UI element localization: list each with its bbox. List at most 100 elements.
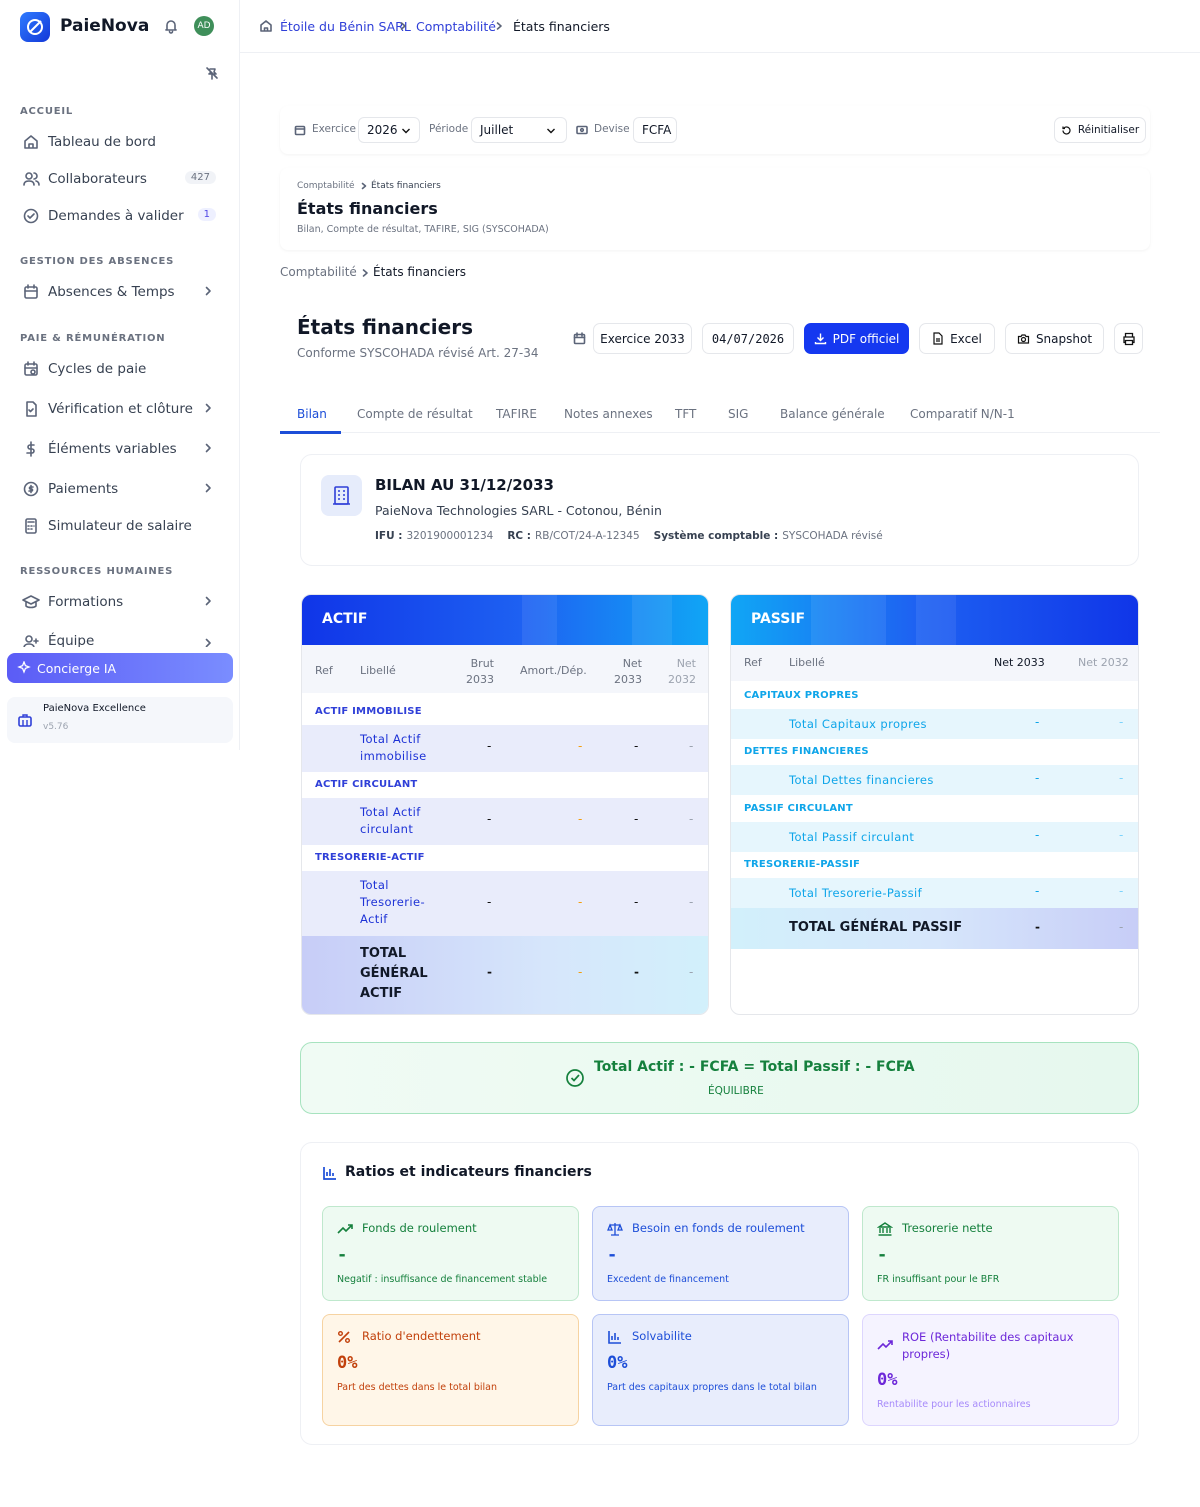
cell-net: - [634,739,639,753]
coin-icon [23,481,39,497]
ratio-value: - [877,1245,888,1265]
total-amort: - [578,965,583,979]
calendar-icon [24,284,38,299]
col-amort: Amort./Dép. [520,664,587,677]
ratio-title: Ratio d'endettement [362,1329,481,1343]
cell-net: - [1035,715,1040,729]
version-card: PaieNova Excellence v5.76 [7,697,233,743]
tab-tft[interactable]: TFT [675,407,696,421]
ratios-title: Ratios et indicateurs financiers [345,1164,592,1180]
page-title: États financiers [297,315,473,339]
snapshot-button[interactable]: Snapshot [1005,323,1104,354]
ratio-title: Tresorerie nette [902,1221,993,1235]
total-row: TOTAL GÉNÉRAL ACTIF - - - - [302,936,708,1014]
breadcrumb-section[interactable]: Comptabilité [416,19,496,34]
row-label: Total Passif circulant [789,830,915,844]
section-paie: PAIE & RÉMUNÉRATION [20,333,166,344]
reset-button[interactable]: Réinitialiser [1054,117,1146,143]
trending-up-icon [877,1340,893,1350]
sidebar-item-paiements[interactable]: Paiements [22,476,218,502]
breadcrumb-company[interactable]: Étoile du Bénin SARL [280,19,411,34]
ratio-subtitle: Rentabilite pour les actionnaires [877,1399,1031,1410]
sidebar-item-verification[interactable]: Vérification et clôture [22,396,218,422]
sidebar-item-demandes[interactable]: Demandes à valider 1 [22,203,218,229]
period-value: Juillet [480,123,514,137]
sidebar-item-simulateur[interactable]: Simulateur de salaire [22,513,218,539]
spreadsheet-icon [933,332,943,345]
date-input[interactable]: 04/07/2026 [702,323,794,354]
tab-bilan[interactable]: Bilan [297,407,327,421]
sidebar-item-collaborateurs[interactable]: Collaborateurs 427 [22,166,218,192]
page-subtitle: Conforme SYSCOHADA révisé Art. 27-34 [297,346,539,360]
excel-button[interactable]: Excel [919,323,995,354]
print-button[interactable] [1114,323,1143,354]
tab-comparatif[interactable]: Comparatif N/N-1 [910,407,1015,421]
period-label: Période [429,123,469,135]
sidebar-item-absences[interactable]: Absences & Temps [22,279,218,305]
table-row: Total Tresorerie-Passif - - [731,878,1138,908]
table-row: Total Actif immobilise - - - - [302,725,708,772]
tab-tafire[interactable]: TAFIRE [496,407,537,421]
ratio-title: Besoin en fonds de roulement [632,1221,805,1235]
period-select[interactable]: Juillet [471,117,567,143]
currency-select[interactable]: FCFA [633,117,677,143]
col-ref: Ref [315,664,333,677]
col-net: Net 2033 [614,657,642,686]
row-label: Total Actif circulant [360,805,421,836]
sidebar-item-variables[interactable]: Éléments variables [22,436,218,462]
exercise-selector[interactable]: Exercice 2033 [593,323,692,354]
row-label: Total Actif immobilise [360,732,427,763]
unpin-icon[interactable] [205,66,219,80]
home-icon[interactable] [259,19,273,33]
sidebar-item-label: Collaborateurs [48,171,147,187]
tab-balance-generale[interactable]: Balance générale [780,407,885,421]
avatar[interactable]: AD [194,16,214,36]
ratio-value: - [607,1245,618,1265]
header-crumb-1[interactable]: Comptabilité [297,181,355,191]
sys-value: SYSCOHADA révisé [782,530,883,542]
calculator-icon [25,518,37,534]
group-actif-circulant: ACTIF CIRCULANT [315,779,418,790]
sidebar-item-formations[interactable]: Formations [22,589,218,615]
sidebar-item-cycles[interactable]: Cycles de paie [22,356,218,382]
count-badge: 1 [197,208,216,221]
pdf-official-button[interactable]: PDF officiel [804,323,909,354]
sidebar-item-dashboard[interactable]: Tableau de bord [22,129,218,155]
tab-sig[interactable]: SIG [728,407,748,421]
exercise-selector-label: Exercice 2033 [600,331,685,346]
sidebar-item-equipe[interactable]: Équipe [22,629,218,647]
passif-table: PASSIF Ref Libellé Net 2033 Net 2032 CAP… [730,594,1139,1015]
tab-compte-resultat[interactable]: Compte de résultat [357,407,473,421]
cell-prev: - [1119,884,1124,898]
cell-prev: - [689,812,694,826]
exercise-select[interactable]: 2026 [358,117,420,143]
file-check-icon [26,401,37,417]
page-crumb-1[interactable]: Comptabilité [280,265,357,279]
ratio-subtitle: Part des capitaux propres dans le total … [607,1382,817,1393]
chevron-right-icon [361,182,367,190]
ratio-value: 0% [877,1370,898,1390]
chevron-right-icon [205,596,211,606]
cell-amort: - [578,812,583,826]
section-absences: GESTION DES ABSENCES [20,256,175,267]
building-icon [321,475,362,516]
ratio-card-roe: ROE (Rentabilite des capitaux propres) 0… [862,1314,1119,1426]
chevron-right-icon [496,22,502,30]
ratio-value: 0% [337,1353,358,1373]
header-card: Comptabilité États financiers États fina… [280,168,1150,250]
bell-icon[interactable] [163,18,179,34]
download-icon [814,333,826,345]
chevron-right-icon [205,638,211,647]
header-crumb-2: États financiers [371,181,441,191]
concierge-ia-button[interactable]: Concierge IA [7,653,233,683]
passif-header: PASSIF [731,595,1138,645]
total-net: - [1035,920,1040,934]
balance-text: Total Actif : - FCFA = Total Passif : - … [594,1059,915,1075]
tab-notes-annexes[interactable]: Notes annexes [564,407,653,421]
total-label: TOTAL GÉNÉRAL ACTIF [360,946,428,1001]
version-number: v5.76 [43,722,69,732]
ratio-value: 0% [607,1353,628,1373]
chevron-right-icon [400,22,406,30]
cell-brut: - [487,739,492,753]
sidebar-item-label: Vérification et clôture [48,401,193,417]
